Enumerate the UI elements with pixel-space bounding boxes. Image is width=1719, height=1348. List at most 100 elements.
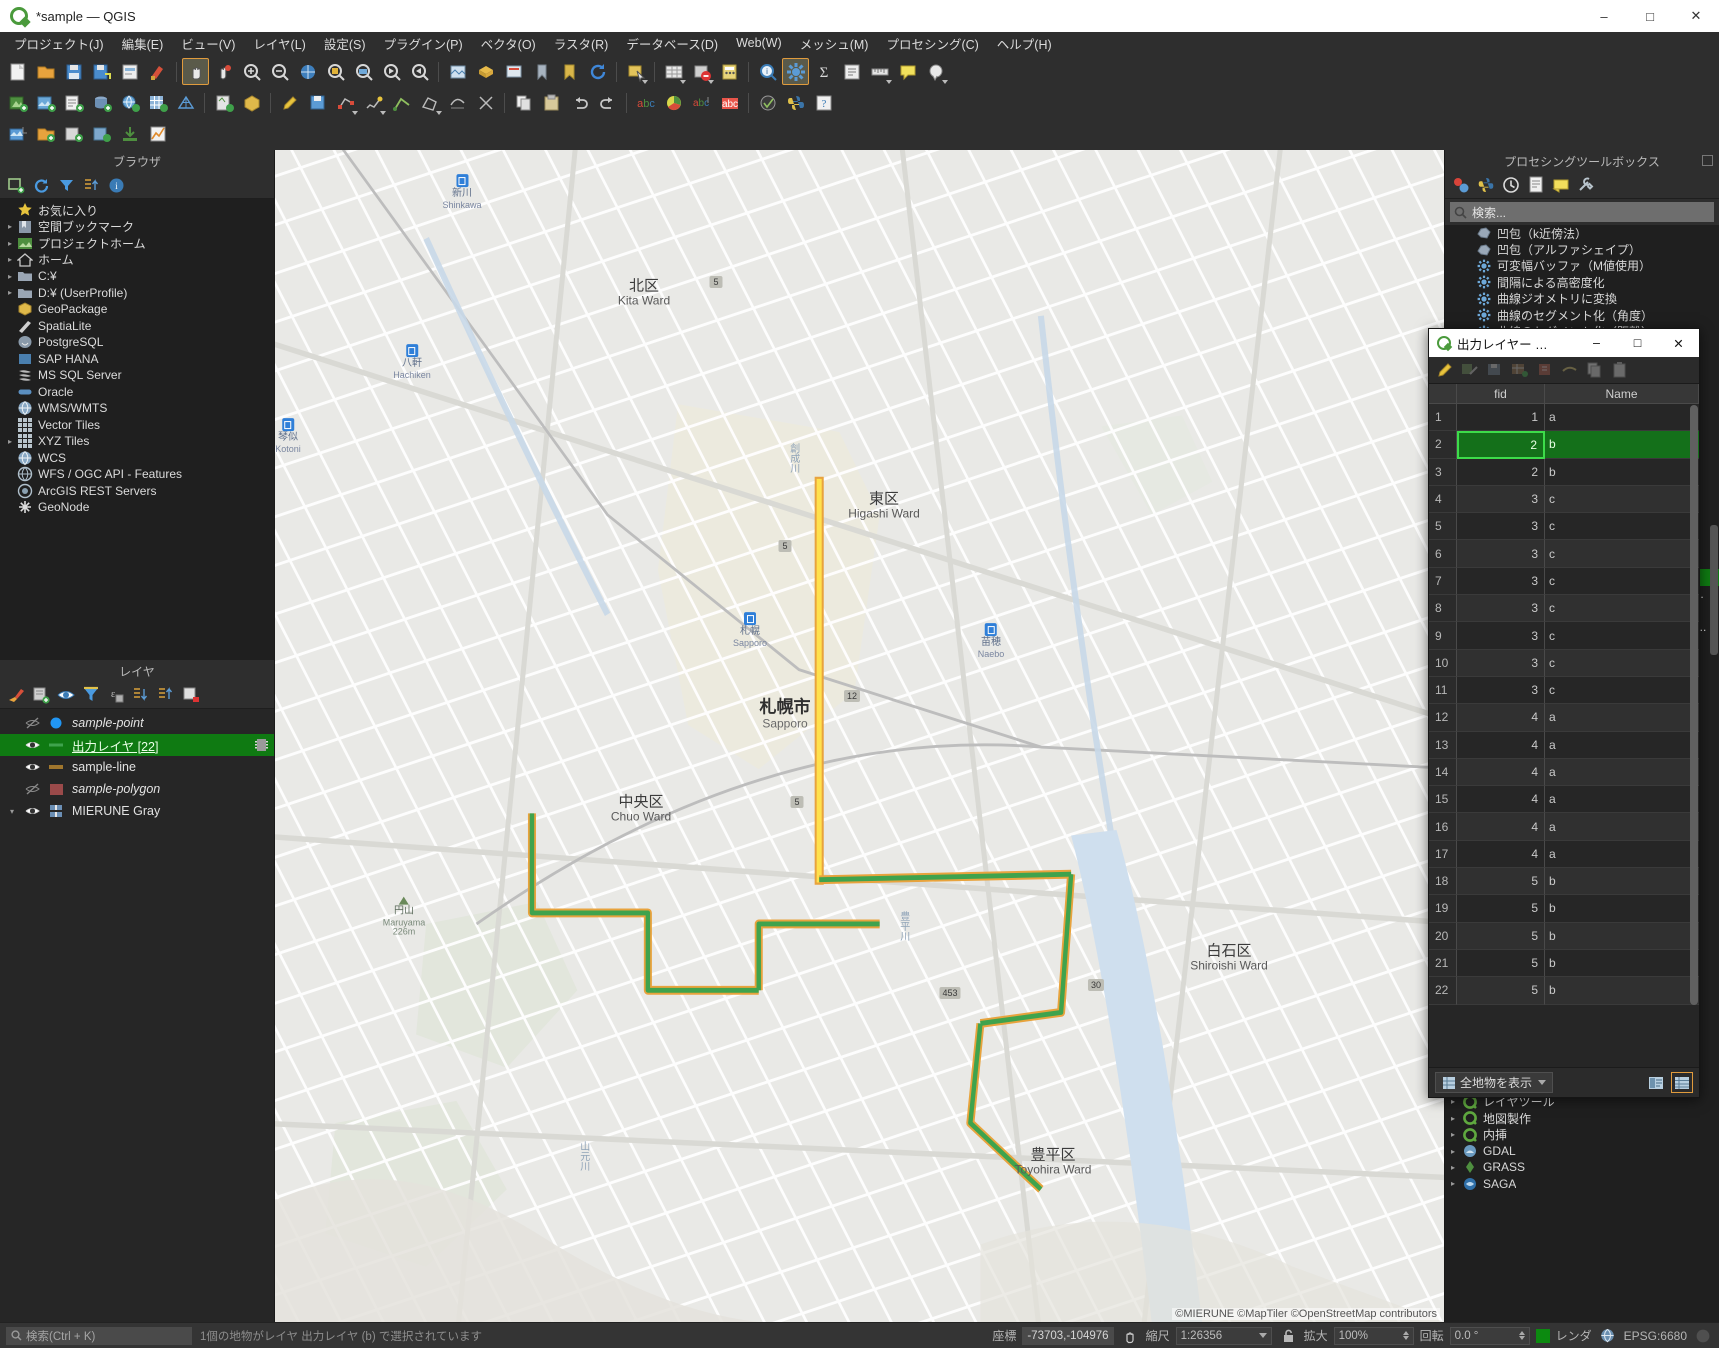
- table-row[interactable]: 63c: [1429, 540, 1699, 568]
- menu-item[interactable]: 編集(E): [114, 32, 172, 55]
- add-field-icon[interactable]: [1509, 359, 1531, 381]
- remove-layer-icon[interactable]: [181, 685, 201, 705]
- modify-attributes-button[interactable]: [360, 89, 387, 116]
- cell-name[interactable]: b: [1545, 895, 1699, 923]
- magnifier-spinbox[interactable]: 100%: [1333, 1326, 1414, 1345]
- table-row[interactable]: 12 4 a: [1429, 704, 1699, 732]
- open-data-source-button[interactable]: [32, 120, 59, 147]
- zoom-out-button[interactable]: [266, 58, 293, 85]
- browser-tree-item[interactable]: ArcGIS REST Servers: [0, 483, 274, 500]
- menu-item[interactable]: ヘルプ(H): [989, 32, 1060, 55]
- cell-name[interactable]: b: [1545, 950, 1699, 978]
- processing-toolbox-button[interactable]: [782, 58, 809, 85]
- new-bookmark-button[interactable]: [528, 58, 555, 85]
- row-number[interactable]: 5: [1429, 513, 1457, 541]
- visible-eye-icon[interactable]: [24, 739, 40, 751]
- select-features-button[interactable]: [622, 58, 649, 85]
- table-row[interactable]: 18 5 b: [1429, 868, 1699, 896]
- table-row[interactable]: 17 4 a: [1429, 840, 1699, 869]
- filter-expression-icon[interactable]: ε: [106, 685, 126, 705]
- layer-tree-item[interactable]: sample-polygon: [0, 778, 274, 800]
- cell-name[interactable]: a: [1545, 404, 1699, 432]
- table-row[interactable]: 11a: [1429, 404, 1699, 432]
- row-number[interactable]: 22: [1429, 977, 1457, 1005]
- category-expander[interactable]: ▸: [1445, 1147, 1461, 1156]
- row-number[interactable]: 18: [1429, 868, 1457, 896]
- browser-tree-item[interactable]: ▸ D:¥ (UserProfile): [0, 285, 274, 302]
- refresh-map-button[interactable]: [584, 58, 611, 85]
- row-number[interactable]: 20: [1429, 922, 1457, 950]
- highlight-pinned-labels-button[interactable]: abc: [688, 89, 715, 116]
- menu-item[interactable]: プラグイン(P): [376, 32, 471, 55]
- cell-fid[interactable]: 2: [1457, 431, 1545, 459]
- expand-arrow-icon[interactable]: ▸: [1451, 1163, 1455, 1172]
- browser-tree-item[interactable]: ▸ プロジェクトホーム: [0, 235, 274, 252]
- table-row[interactable]: 22b: [1429, 431, 1699, 459]
- cell-fid[interactable]: 3: [1457, 540, 1545, 568]
- browser-tree-item[interactable]: MS SQL Server: [0, 367, 274, 384]
- cell-fid[interactable]: 4: [1457, 813, 1545, 841]
- split-features-button[interactable]: [472, 89, 499, 116]
- expand-arrow-icon[interactable]: ▸: [1451, 1147, 1455, 1156]
- cell-fid[interactable]: 4: [1457, 758, 1545, 787]
- visible-eye-icon[interactable]: [24, 805, 40, 817]
- models-icon[interactable]: [1451, 175, 1471, 195]
- cell-name[interactable]: a: [1545, 841, 1699, 869]
- measure-button[interactable]: [866, 58, 893, 85]
- cell-fid[interactable]: 1: [1457, 404, 1545, 432]
- zoom-to-selection-button[interactable]: [322, 58, 349, 85]
- menu-item[interactable]: メッシュ(M): [792, 32, 877, 55]
- browser-tree-item[interactable]: Oracle: [0, 384, 274, 401]
- cell-fid[interactable]: 3: [1457, 595, 1545, 623]
- expand-arrow-icon[interactable]: ▸: [4, 255, 16, 264]
- browser-tree[interactable]: お気に入り ▸ 空間ブックマーク ▸ プロジェクトホーム ▸ ホーム ▸ C:¥ ▸ D:¥ (Us…: [0, 199, 274, 660]
- zoom-last-button[interactable]: [378, 58, 405, 85]
- cell-name[interactable]: a: [1545, 813, 1699, 841]
- cell-fid[interactable]: 3: [1457, 513, 1545, 541]
- show-layout-manager-button[interactable]: [838, 58, 865, 85]
- new-shapefile-layer-button[interactable]: [210, 89, 237, 116]
- delete-field-icon[interactable]: [1534, 359, 1556, 381]
- processing-category[interactable]: ▸ SAGA: [1445, 1176, 1719, 1192]
- status-search-input[interactable]: 検索(Ctrl + K): [6, 1326, 192, 1345]
- category-expander[interactable]: ▸: [1445, 1097, 1461, 1106]
- expand-arrow-icon[interactable]: ▾: [6, 807, 18, 816]
- processing-category[interactable]: ▸ GDAL: [1445, 1143, 1719, 1159]
- style-manager-button[interactable]: [144, 58, 171, 85]
- coordinate-input[interactable]: -73703,-104976: [1022, 1326, 1114, 1345]
- copy-features-button[interactable]: [510, 89, 537, 116]
- log-icon[interactable]: [1526, 175, 1546, 195]
- history-icon[interactable]: [1501, 175, 1521, 195]
- table-row[interactable]: 73c: [1429, 567, 1699, 596]
- attribute-column-header[interactable]: Name: [1545, 384, 1699, 403]
- add-group-icon[interactable]: [31, 685, 51, 705]
- processing-algorithm[interactable]: 曲線のセグメント化（角度）: [1445, 307, 1719, 323]
- browser-tree-item[interactable]: ▸ XYZ Tiles: [0, 433, 274, 450]
- minimize-button[interactable]: –: [1581, 0, 1627, 32]
- browser-tree-item[interactable]: SpatiaLite: [0, 318, 274, 335]
- crs-globe-icon[interactable]: [1598, 1326, 1618, 1346]
- cell-name[interactable]: c: [1545, 568, 1699, 596]
- cell-name[interactable]: c: [1545, 540, 1699, 568]
- cell-name[interactable]: c: [1545, 485, 1699, 514]
- attribute-table-dialog[interactable]: 出力レイヤー … – □ ✕ fid Name 1 1 a 2 2 b 3 2 …: [1428, 328, 1700, 1098]
- scale-combo[interactable]: 1:26356: [1175, 1326, 1272, 1345]
- show-bookmarks-button[interactable]: [556, 58, 583, 85]
- cell-name[interactable]: a: [1545, 786, 1699, 814]
- zoom-next-button[interactable]: [406, 58, 433, 85]
- category-expander[interactable]: ▸: [1445, 1114, 1461, 1123]
- map-canvas[interactable]: 新川 Shinkawa 八軒 Hachiken 琴似 Kotoni 北区 Kita Ward 東…: [275, 150, 1444, 1322]
- render-checkbox[interactable]: [1535, 1328, 1550, 1343]
- paste-features-button[interactable]: [538, 89, 565, 116]
- expand-arrow-icon[interactable]: ▸: [4, 272, 16, 281]
- table-row[interactable]: 43c: [1429, 485, 1699, 514]
- processing-algorithm[interactable]: 凹包（k近傍法）: [1445, 225, 1719, 241]
- cell-fid[interactable]: 5: [1457, 977, 1545, 1005]
- table-row[interactable]: 10 3 c: [1429, 649, 1699, 677]
- row-number[interactable]: 8: [1429, 595, 1457, 623]
- row-number[interactable]: 2: [1429, 431, 1457, 459]
- browser-tree-item[interactable]: GeoNode: [0, 499, 274, 516]
- row-number[interactable]: 14: [1429, 758, 1457, 787]
- browser-tree-item[interactable]: WMS/WMTS: [0, 400, 274, 417]
- cell-fid[interactable]: 4: [1457, 840, 1545, 869]
